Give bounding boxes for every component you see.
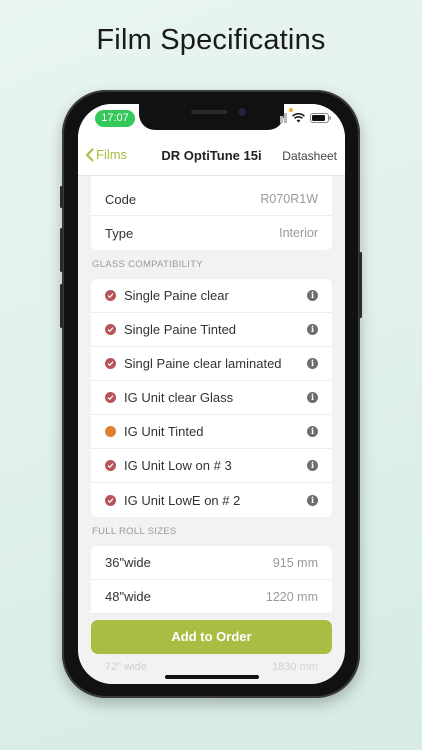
phone-mute-switch — [60, 186, 63, 208]
glass-item[interactable]: IG Unit LowE on # 2 i — [91, 483, 332, 517]
info-icon[interactable]: i — [307, 324, 318, 335]
list-top-edge — [91, 176, 332, 183]
roll-size-value: 1220 mm — [265, 589, 318, 604]
add-to-order-button[interactable]: Add to Order — [91, 620, 332, 654]
spec-label: Type — [105, 225, 134, 241]
glass-compatibility-header: GLASS COMPATIBILITY — [92, 259, 203, 270]
spec-value: R070R1W — [260, 192, 318, 206]
glass-item-label: IG Unit Low on # 3 — [124, 458, 232, 473]
glass-item[interactable]: IG Unit Tinted i — [91, 415, 332, 449]
glass-item-label: Single Paine Tinted — [124, 322, 237, 337]
full-roll-sizes-header: FULL ROLL SIZES — [92, 526, 177, 537]
glass-item[interactable]: Singl Paine clear laminated i — [91, 347, 332, 381]
roll-size-value: 915 mm — [272, 555, 318, 570]
status-bar: 17:07 — [78, 104, 345, 136]
notch — [139, 104, 284, 130]
signal-icon — [272, 113, 287, 123]
home-indicator[interactable] — [165, 675, 259, 679]
battery-icon — [310, 113, 331, 123]
phone-volume-down — [60, 284, 63, 328]
info-icon[interactable]: i — [307, 392, 318, 403]
check-icon — [105, 392, 116, 403]
caution-dot-icon — [105, 426, 116, 437]
roll-size-label: 36"wide — [105, 555, 151, 570]
wifi-icon — [292, 113, 305, 123]
roll-size-row: 48"wide 1220 mm — [91, 580, 332, 614]
roll-size-label: 72" wide — [105, 661, 147, 673]
roll-size-row-partial: 72" wide 1830 mm — [105, 661, 318, 673]
check-icon — [105, 460, 116, 471]
spec-row-code: Code R070R1W — [91, 183, 332, 216]
info-icon[interactable]: i — [307, 358, 318, 369]
roll-size-value: 1830 mm — [272, 661, 318, 673]
check-icon — [105, 494, 116, 506]
glass-item[interactable]: Single Paine clear i — [91, 279, 332, 313]
glass-item-label: Single Paine clear — [124, 288, 229, 303]
glass-item-label: IG Unit Tinted — [124, 424, 204, 439]
roll-size-row: 36"wide 915 mm — [91, 546, 332, 580]
glass-item-label: IG Unit LowE on # 2 — [124, 492, 241, 508]
phone-screen: 17:07 Films DR OptiTune 15i Datasheet Co… — [78, 104, 345, 684]
privacy-indicator-icon — [289, 108, 293, 112]
camera-icon — [238, 108, 246, 116]
spec-row-type: Type Interior — [91, 216, 332, 250]
spec-content: Code R070R1W Type Interior GLASS COMPATI… — [91, 176, 332, 614]
glass-item-label: IG Unit clear Glass — [124, 390, 234, 405]
spec-value: Interior — [279, 226, 318, 240]
info-icon[interactable]: i — [307, 290, 318, 301]
speaker-icon — [191, 110, 227, 114]
glass-item[interactable]: IG Unit Low on # 3 i — [91, 449, 332, 483]
glass-item[interactable]: IG Unit clear Glass i — [91, 381, 332, 415]
check-icon — [105, 324, 116, 335]
datasheet-button[interactable]: Datasheet — [282, 149, 337, 163]
page-headline: Film Specificatins — [96, 24, 326, 56]
info-icon[interactable]: i — [307, 494, 318, 506]
check-icon — [105, 290, 116, 301]
roll-size-label: 48"wide — [105, 589, 151, 604]
check-icon — [105, 358, 116, 369]
status-time: 17:07 — [95, 110, 135, 127]
spec-label: Code — [105, 191, 137, 207]
glass-item-label: Singl Paine clear laminated — [124, 356, 282, 371]
nav-bar: Films DR OptiTune 15i Datasheet — [78, 136, 345, 176]
status-icons — [272, 113, 331, 123]
info-icon[interactable]: i — [307, 460, 318, 471]
phone-power-button — [359, 252, 362, 318]
glass-item[interactable]: Single Paine Tinted i — [91, 313, 332, 347]
phone-volume-up — [60, 228, 63, 272]
info-icon[interactable]: i — [307, 426, 318, 437]
